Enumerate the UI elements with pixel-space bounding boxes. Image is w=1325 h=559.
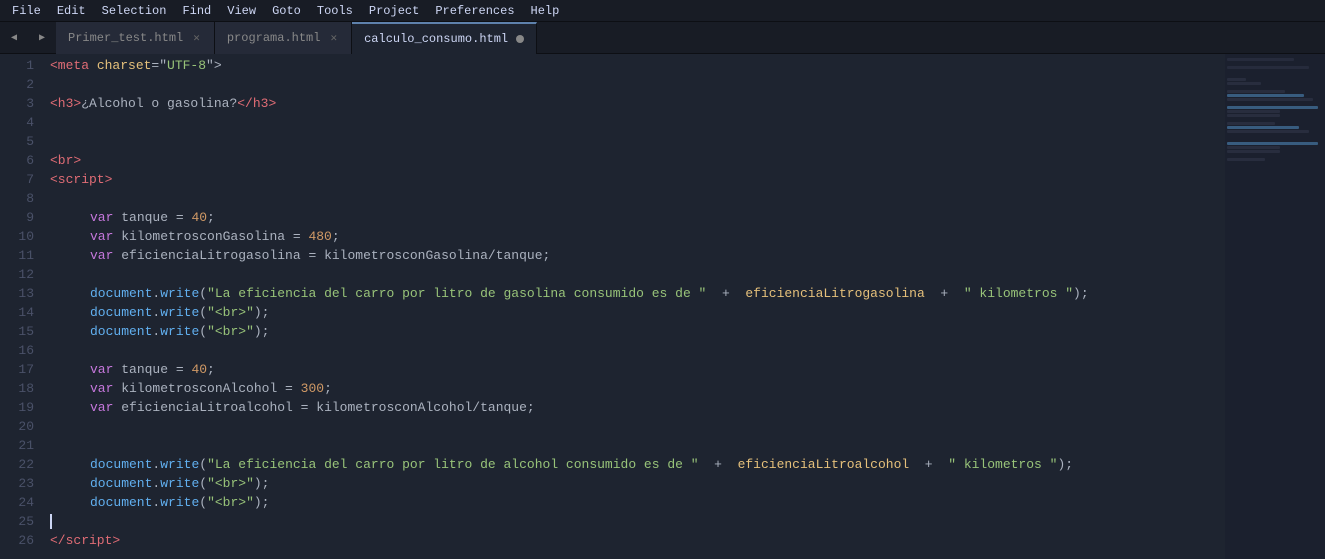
code-line-8 [50,189,1225,208]
code-line-15: document.write("<br>"); [50,322,1225,341]
code-line-9: var tanque = 40; [50,208,1225,227]
code-line-20 [50,417,1225,436]
tab-calculo-consumo[interactable]: calculo_consumo.html [352,22,537,54]
tab-primer-test[interactable]: Primer_test.html ✕ [56,22,215,54]
code-line-11: var eficienciaLitrogasolina = kilometros… [50,246,1225,265]
tab-label-primer-test: Primer_test.html [68,31,183,45]
tab-label-programa: programa.html [227,31,321,45]
code-line-26: </script> [50,531,1225,550]
line-numbers: 1 2 3 4 5 6 7 8 9 10 11 12 13 14 15 16 1… [0,54,42,559]
tab-programa[interactable]: programa.html ✕ [215,22,352,54]
menu-help[interactable]: Help [523,2,568,20]
code-line-5 [50,132,1225,151]
menu-file[interactable]: File [4,2,49,20]
tab-nav-right[interactable]: ▶ [28,22,56,54]
tab-close-primer-test[interactable]: ✕ [191,31,202,45]
code-line-14: document.write("<br>"); [50,303,1225,322]
code-line-22: document.write("La eficiencia del carro … [50,455,1225,474]
code-line-12 [50,265,1225,284]
tab-close-programa[interactable]: ✕ [328,31,339,45]
code-line-2 [50,75,1225,94]
tab-modified-dot [516,35,524,43]
code-line-24: document.write("<br>"); [50,493,1225,512]
menu-selection[interactable]: Selection [94,2,175,20]
code-line-1: <meta charset="UTF-8"> [50,56,1225,75]
code-line-6: <br> [50,151,1225,170]
code-line-23: document.write("<br>"); [50,474,1225,493]
menu-goto[interactable]: Goto [264,2,309,20]
code-line-16 [50,341,1225,360]
menu-tools[interactable]: Tools [309,2,361,20]
tab-label-calculo: calculo_consumo.html [364,32,508,46]
code-line-13: document.write("La eficiencia del carro … [50,284,1225,303]
code-line-3: <h3>¿Alcohol o gasolina?</h3> [50,94,1225,113]
editor: 1 2 3 4 5 6 7 8 9 10 11 12 13 14 15 16 1… [0,54,1325,559]
code-line-10: var kilometrosconGasolina = 480; [50,227,1225,246]
menu-project[interactable]: Project [361,2,427,20]
menu-preferences[interactable]: Preferences [427,2,522,20]
code-area[interactable]: <meta charset="UTF-8"> <h3>¿Alcohol o ga… [42,54,1225,559]
code-line-18: var kilometrosconAlcohol = 300; [50,379,1225,398]
minimap [1225,54,1325,559]
code-line-21 [50,436,1225,455]
text-cursor [50,514,52,529]
tab-nav-left[interactable]: ◀ [0,22,28,54]
code-line-4 [50,113,1225,132]
code-line-19: var eficienciaLitroalcohol = kilometrosc… [50,398,1225,417]
menu-find[interactable]: Find [174,2,219,20]
code-line-17: var tanque = 40; [50,360,1225,379]
tab-bar: ◀ ▶ Primer_test.html ✕ programa.html ✕ c… [0,22,1325,54]
menu-bar: File Edit Selection Find View Goto Tools… [0,0,1325,22]
code-line-7: <script> [50,170,1225,189]
code-line-25 [50,512,1225,531]
menu-view[interactable]: View [219,2,264,20]
menu-edit[interactable]: Edit [49,2,94,20]
minimap-content [1225,54,1325,166]
